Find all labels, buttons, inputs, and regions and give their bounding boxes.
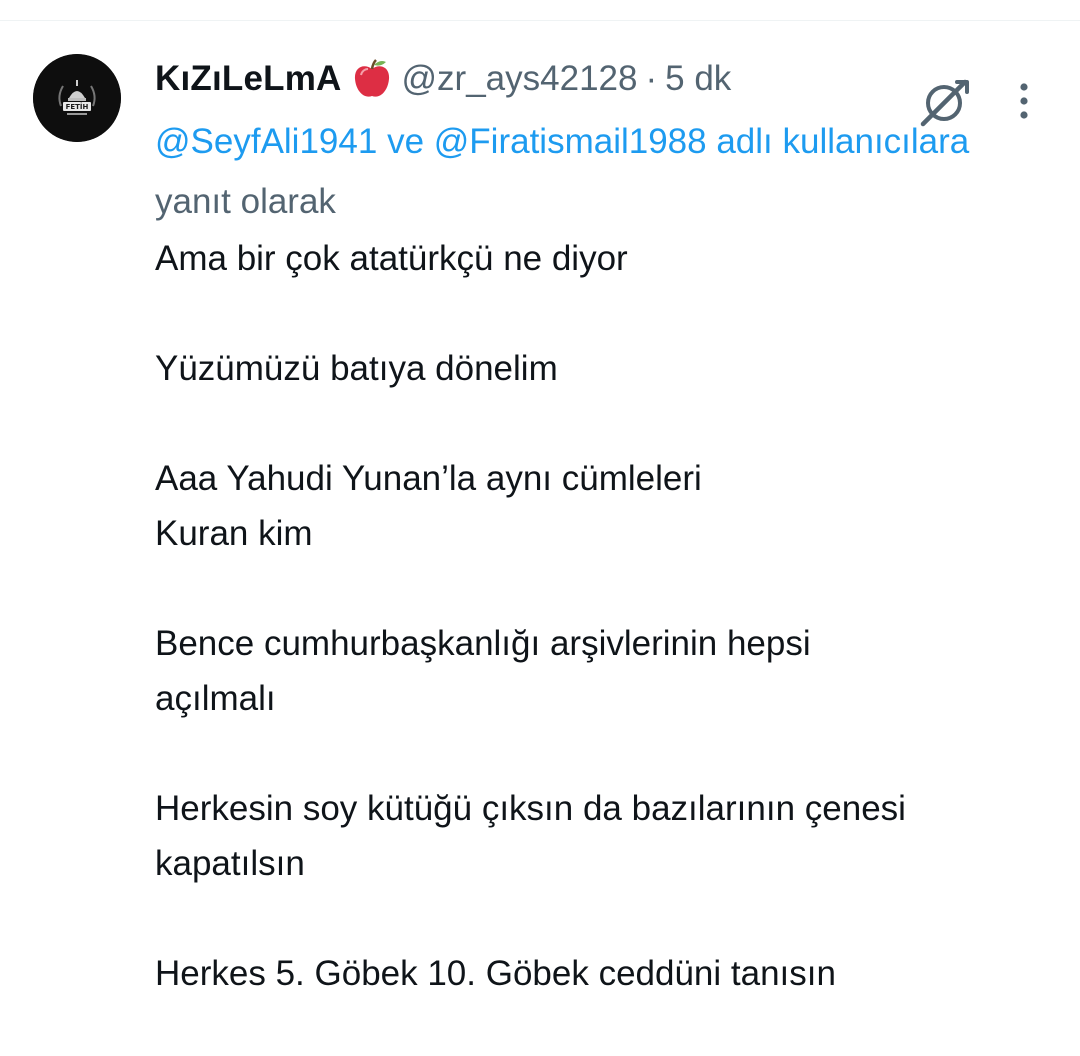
text-line: Herkesin soy kütüğü çıksın da bazılarını…	[155, 789, 906, 828]
paragraph: Ama bir çok atatürkçü ne diyor	[155, 231, 1055, 286]
text-line: Ama bir çok atatürkçü ne diyor	[155, 239, 628, 278]
tweet-header: KıZıLeLmA @zr_ays42128 · 5 dk	[155, 55, 731, 103]
paragraph: Herkesin soy kütüğü çıksın da bazılarını…	[155, 781, 1055, 891]
tweet-card[interactable]: FETİH KıZıLeLmA @zr_ays42128 · 5 dk @Sey…	[0, 21, 1080, 1024]
timestamp[interactable]: 5 dk	[665, 59, 731, 99]
avatar-logo-icon: FETİH	[33, 54, 121, 142]
paragraph: Yüzümüzü batıya dönelim	[155, 341, 1055, 396]
reply-context: @SeyfAli1941 ve @Firatismail1988 adlı ku…	[155, 112, 1015, 232]
paragraph: Herkes 5. Göbek 10. Göbek ceddüni tanısı…	[155, 946, 1055, 1001]
text-line: Bence cumhurbaşkanlığı arşivlerinin heps…	[155, 624, 811, 663]
paragraph: Aaa Yahudi Yunan’la aynı cümleleri Kuran…	[155, 451, 1055, 561]
replying-to-users-link[interactable]: adlı kullanıcılara	[716, 122, 969, 161]
red-apple-icon	[352, 57, 392, 101]
mention-link-2[interactable]: @Firatismail1988	[434, 122, 707, 161]
mention-link-1[interactable]: @SeyfAli1941	[155, 122, 377, 161]
separator-dot: ·	[645, 59, 658, 98]
text-line: Kuran kim	[155, 514, 313, 553]
text-line: Aaa Yahudi Yunan’la aynı cümleleri	[155, 459, 702, 498]
text-line: Yüzümüzü batıya dönelim	[155, 349, 558, 388]
user-handle[interactable]: @zr_ays42128	[402, 59, 638, 99]
display-name[interactable]: KıZıLeLmA	[155, 59, 342, 99]
paragraph: Bence cumhurbaşkanlığı arşivlerinin heps…	[155, 616, 1055, 726]
avatar[interactable]: FETİH	[33, 54, 121, 142]
tweet-text: Ama bir çok atatürkçü ne diyor Yüzümüzü …	[155, 231, 1055, 1056]
avatar-text: FETİH	[66, 102, 89, 111]
reply-suffix-text: yanıt olarak	[155, 182, 336, 221]
text-line: Herkes 5. Göbek 10. Göbek ceddüni tanısı…	[155, 954, 836, 993]
conjunction: ve	[387, 122, 425, 161]
text-line: kapatılsın	[155, 844, 305, 883]
text-line: açılmalı	[155, 679, 276, 718]
